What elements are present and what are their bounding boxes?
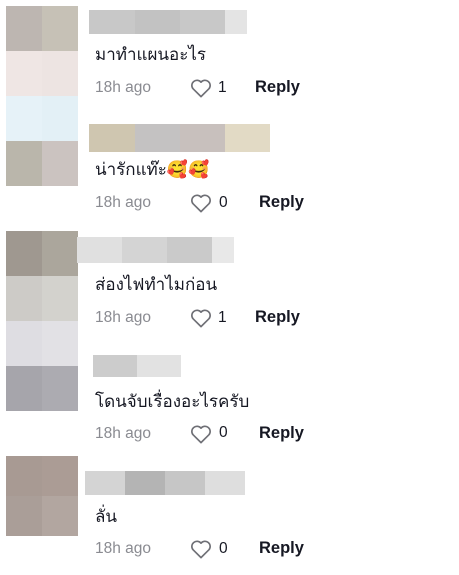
username-blurred[interactable] xyxy=(89,10,247,34)
comment-text: น่ารักแท๊ะ🥰🥰 xyxy=(95,160,210,180)
comment-timestamp: 18h ago xyxy=(95,425,152,442)
comment-text: ส่องไฟทำไมก่อน xyxy=(95,275,218,295)
comment-timestamp: 18h ago xyxy=(95,309,152,326)
comment-timestamp: 18h ago xyxy=(95,79,152,96)
like-count: 1 xyxy=(218,309,227,326)
username-blurred[interactable] xyxy=(89,124,270,152)
comment-item: ส่องไฟทำไมก่อน 18h ago 1 Reply xyxy=(0,230,459,345)
comment-item: ลั่น 18h ago 0 Reply xyxy=(0,460,459,575)
reply-button[interactable]: Reply xyxy=(259,424,304,443)
comment-text: โดนจับเรื่องอะไรครับ xyxy=(95,392,250,412)
comment-text: ลั่น xyxy=(95,507,118,527)
heart-outline-icon[interactable] xyxy=(190,193,212,213)
reply-button[interactable]: Reply xyxy=(255,78,300,97)
heart-outline-icon[interactable] xyxy=(190,78,212,98)
heart-outline-icon[interactable] xyxy=(190,539,212,559)
like-count: 0 xyxy=(219,194,228,211)
like-count: 1 xyxy=(218,79,227,96)
reply-button[interactable]: Reply xyxy=(255,308,300,327)
comment-item: น่ารักแท๊ะ🥰🥰 18h ago 0 Reply xyxy=(0,115,459,230)
heart-outline-icon[interactable] xyxy=(190,308,212,328)
comment-item: มาทำแผนอะไร 18h ago 1 Reply xyxy=(0,0,459,115)
like-count: 0 xyxy=(219,540,228,557)
username-blurred[interactable] xyxy=(85,471,245,495)
reply-button[interactable]: Reply xyxy=(259,193,304,212)
heart-outline-icon[interactable] xyxy=(190,424,212,444)
comment-timestamp: 18h ago xyxy=(95,194,152,211)
comment-item: โดนจับเรื่องอะไรครับ 18h ago 0 Reply xyxy=(0,345,459,460)
username-blurred[interactable] xyxy=(77,237,234,263)
username-blurred[interactable] xyxy=(93,355,181,377)
like-count: 0 xyxy=(219,424,228,441)
comment-text: มาทำแผนอะไร xyxy=(95,45,207,65)
reply-button[interactable]: Reply xyxy=(259,539,304,558)
comment-timestamp: 18h ago xyxy=(95,540,152,557)
